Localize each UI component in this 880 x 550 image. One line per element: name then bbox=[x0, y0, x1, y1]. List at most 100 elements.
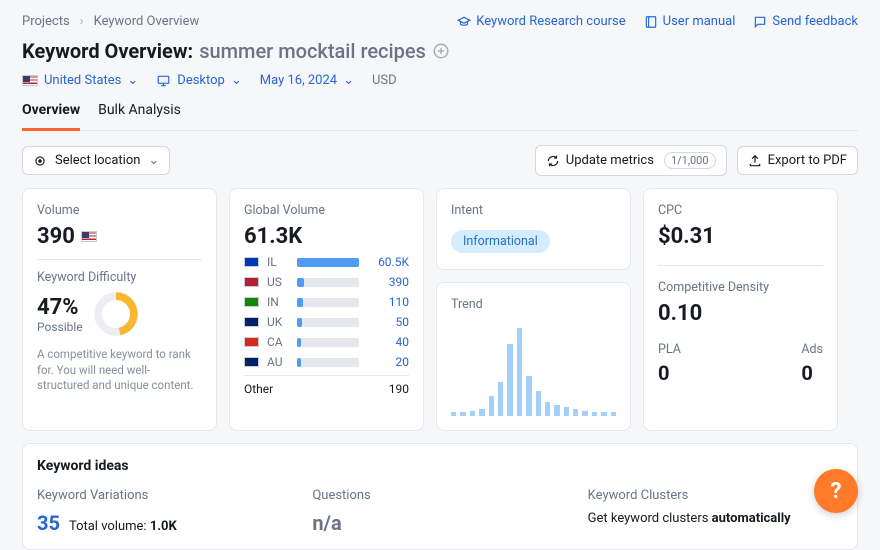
flag-icon bbox=[244, 317, 259, 327]
link-label: Keyword Research course bbox=[476, 14, 625, 29]
refresh-icon bbox=[546, 154, 560, 168]
ideas-title: Keyword ideas bbox=[37, 458, 843, 474]
link-label: Send feedback bbox=[772, 14, 858, 29]
currency-label: USD bbox=[372, 73, 397, 88]
flag-icon bbox=[244, 297, 259, 307]
kd-description: A competitive keyword to rank for. You w… bbox=[37, 347, 202, 394]
gv-country-code: AU bbox=[267, 355, 289, 369]
kd-donut-icon bbox=[93, 291, 139, 337]
filter-device[interactable]: Desktop ⌄ bbox=[156, 73, 241, 88]
filter-country[interactable]: United States ⌄ bbox=[22, 73, 138, 88]
button-label: Update metrics bbox=[566, 153, 654, 168]
pla-label: PLA bbox=[658, 342, 681, 357]
variations-count[interactable]: 35 bbox=[37, 511, 60, 535]
flag-us-icon bbox=[22, 75, 38, 86]
gv-country-code: US bbox=[267, 275, 289, 289]
trend-bar bbox=[517, 328, 522, 416]
update-metrics-button[interactable]: Update metrics 1/1,000 bbox=[535, 145, 727, 176]
ideas-variations: Keyword Variations 35 Total volume: 1.0K bbox=[37, 488, 292, 535]
cd-label: Competitive Density bbox=[658, 280, 823, 295]
kd-sublabel: Possible bbox=[37, 320, 83, 334]
select-location-button[interactable]: Select location ⌄ bbox=[22, 146, 170, 175]
intent-chip[interactable]: Informational bbox=[451, 230, 550, 253]
gv-value: 390 bbox=[367, 275, 409, 289]
help-fab-button[interactable]: ? bbox=[814, 469, 858, 513]
questions-value: n/a bbox=[312, 511, 567, 535]
breadcrumb-root[interactable]: Projects bbox=[22, 14, 70, 29]
export-pdf-button[interactable]: Export to PDF bbox=[737, 146, 858, 175]
trend-bar bbox=[611, 412, 616, 416]
gv-bar bbox=[297, 358, 359, 367]
trend-bar bbox=[498, 382, 503, 416]
clusters-label: Keyword Clusters bbox=[588, 488, 843, 503]
gv-country-code: UK bbox=[267, 315, 289, 329]
chevron-down-icon: ⌄ bbox=[127, 73, 138, 88]
gv-row[interactable]: IN110 bbox=[244, 295, 409, 309]
gv-row[interactable]: IL60.5K bbox=[244, 255, 409, 269]
flag-icon bbox=[244, 277, 259, 287]
link-label: User manual bbox=[663, 14, 736, 29]
upload-icon bbox=[748, 154, 762, 168]
trend-bar bbox=[470, 411, 475, 416]
trend-bar bbox=[536, 391, 541, 416]
breadcrumb: Projects › Keyword Overview bbox=[22, 14, 199, 29]
trend-bar bbox=[526, 376, 531, 416]
ideas-clusters: Keyword Clusters Get keyword clusters au… bbox=[588, 488, 843, 535]
link-user-manual[interactable]: User manual bbox=[644, 14, 736, 29]
gv-row[interactable]: UK 50 bbox=[244, 315, 409, 329]
trend-chart bbox=[451, 326, 616, 416]
filter-date[interactable]: May 16, 2024 ⌄ bbox=[260, 73, 354, 88]
trend-bar bbox=[451, 412, 456, 416]
filter-label: Desktop bbox=[177, 73, 225, 88]
trend-bar bbox=[554, 405, 559, 416]
gv-row[interactable]: US 390 bbox=[244, 275, 409, 289]
flag-icon bbox=[244, 357, 259, 367]
card-intent: Intent Informational bbox=[436, 188, 631, 270]
add-keyword-button[interactable] bbox=[432, 42, 450, 60]
trend-bar bbox=[460, 412, 465, 416]
cpc-label: CPC bbox=[658, 203, 823, 218]
tab-bulk-analysis[interactable]: Bulk Analysis bbox=[98, 102, 181, 130]
link-send-feedback[interactable]: Send feedback bbox=[753, 14, 858, 29]
ads-value: 0 bbox=[801, 361, 823, 385]
gv-bar bbox=[297, 258, 359, 267]
gv-value: 40 bbox=[367, 335, 409, 349]
pla-value: 0 bbox=[658, 361, 681, 385]
questions-label: Questions bbox=[312, 488, 567, 503]
link-research-course[interactable]: Keyword Research course bbox=[457, 14, 625, 29]
volume-value: 390 bbox=[37, 224, 75, 249]
card-cpc: CPC $0.31 Competitive Density 0.10 PLA 0… bbox=[643, 188, 838, 431]
trend-bar bbox=[489, 396, 494, 416]
book-icon bbox=[644, 15, 658, 29]
trend-bar bbox=[601, 412, 606, 416]
variations-total-label: Total volume: bbox=[69, 519, 147, 534]
card-volume: Volume 390 Keyword Difficulty 47% Possib… bbox=[22, 188, 217, 431]
breadcrumb-current: Keyword Overview bbox=[94, 14, 200, 29]
gv-row[interactable]: CA 40 bbox=[244, 335, 409, 349]
trend-bar bbox=[564, 407, 569, 416]
trend-label: Trend bbox=[451, 297, 616, 312]
kd-percent: 47% bbox=[37, 295, 83, 320]
gv-bar bbox=[297, 338, 359, 347]
desktop-icon bbox=[156, 74, 171, 88]
tab-overview[interactable]: Overview bbox=[22, 102, 80, 131]
flag-icon bbox=[244, 337, 259, 347]
page-title: Keyword Overview: bbox=[22, 39, 193, 63]
card-trend: Trend bbox=[436, 282, 631, 431]
gv-country-code: CA bbox=[267, 335, 289, 349]
gv-value: 50 bbox=[367, 315, 409, 329]
global-volume-value: 61.3K bbox=[244, 224, 302, 249]
button-label: Select location bbox=[55, 153, 140, 168]
ads-label: Ads bbox=[801, 342, 823, 357]
variations-label: Keyword Variations bbox=[37, 488, 292, 503]
page-keyword: summer mocktail recipes bbox=[199, 39, 426, 63]
chevron-down-icon: ⌄ bbox=[343, 73, 354, 88]
gv-value: 20 bbox=[367, 355, 409, 369]
gv-value: 60.5K bbox=[367, 255, 409, 269]
gv-bar bbox=[297, 298, 359, 307]
gv-row[interactable]: AU 20 bbox=[244, 355, 409, 369]
gv-bar bbox=[297, 278, 359, 287]
chevron-down-icon: ⌄ bbox=[148, 153, 159, 168]
ideas-questions: Questions n/a bbox=[312, 488, 567, 535]
update-counter: 1/1,000 bbox=[664, 152, 716, 169]
